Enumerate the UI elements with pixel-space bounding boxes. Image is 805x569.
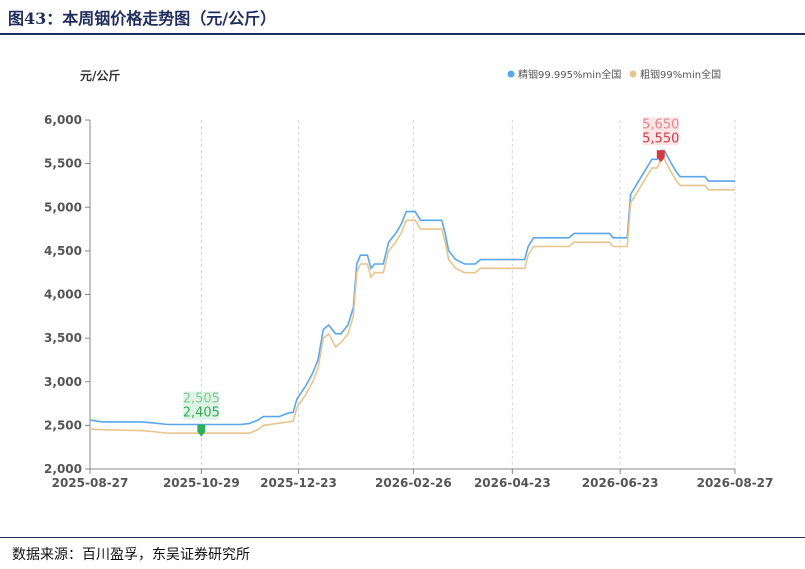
x-tick-label: 2026-06-23 [582,476,659,490]
min-back-label: 2,505 [183,392,220,407]
legend-label-series-2: 粗铟99%min全国 [640,68,721,81]
x-tick-label: 2025-08-27 [52,476,129,490]
grid [200,120,736,469]
y-tick-label: 3,500 [44,331,82,345]
x-tick-label: 2026-08-27 [697,476,774,490]
figure-title: 图43：本周铟价格走势图（元/公斤） [8,9,277,28]
x-tick-label: 2025-10-29 [163,476,240,490]
y-tick-label: 4,000 [44,288,82,302]
max-back-label: 5,650 [642,117,679,132]
min-front-label: 2,405 [183,406,220,421]
x-axis-ticks: 2025-08-27 2025-10-29 2025-12-23 2026-02-26… [52,469,774,490]
legend: 精铟99.995%min全国 粗铟99%min全国 [507,68,721,81]
max-marker [656,150,665,163]
legend-label-series-1: 精铟99.995%min全国 [518,68,621,81]
y-tick-label: 5,000 [44,200,82,214]
x-tick-label: 2026-04-23 [474,476,551,490]
indium-price-line-chart: 元/公斤 精铟99.995%min全国 粗铟99%min全国 2,000 2,50… [44,68,774,490]
min-marker [197,424,206,437]
y-tick-label: 3,000 [44,375,82,389]
footer-rule [0,537,805,538]
source-note: 数据来源：百川盈孚，东吴证券研究所 [12,547,250,563]
max-front-label: 5,550 [642,131,679,146]
x-tick-label: 2025-12-23 [260,476,337,490]
y-axis-ticks: 2,000 2,500 3,000 3,500 4,000 4,500 5,000 5,500… [44,113,90,476]
legend-swatch-series-2 [629,70,637,78]
y-tick-label: 5,500 [44,157,82,171]
legend-swatch-series-1 [507,70,515,78]
title-rule [0,33,805,35]
y-tick-label: 6,000 [44,113,82,127]
annotations: 2,5052,405 5,6505,550 [183,117,679,437]
y-tick-label: 2,000 [44,462,82,476]
unit-label: 元/公斤 [80,68,120,83]
x-tick-label: 2026-02-26 [375,476,452,490]
y-tick-label: 2,500 [44,418,82,432]
y-tick-label: 4,500 [44,244,82,258]
